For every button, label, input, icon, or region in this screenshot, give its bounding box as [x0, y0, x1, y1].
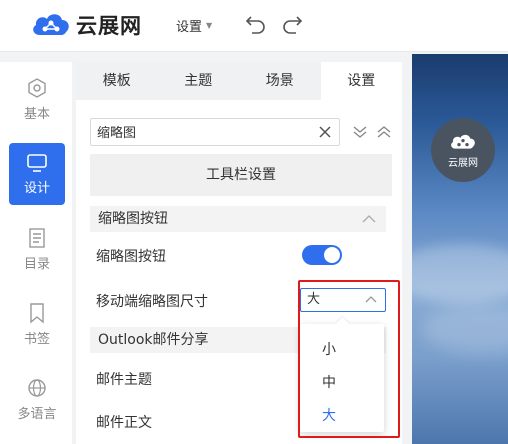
settings-menu-label: 设置: [176, 20, 203, 35]
nav-item-language[interactable]: 多语言: [9, 368, 65, 430]
chevron-up-icon: [362, 215, 376, 223]
tab-template[interactable]: 模板: [76, 62, 158, 100]
tab-theme[interactable]: 主题: [158, 62, 240, 100]
nav-item-basic[interactable]: 基本: [9, 68, 65, 130]
section-title: 缩略图按钮: [98, 211, 168, 227]
panel-tabs: 模板 主题 场景 设置: [76, 62, 402, 100]
highlight-box: [298, 280, 400, 438]
toggle-knob: [324, 247, 340, 263]
caret-down-icon: ▼: [206, 21, 213, 30]
logo[interactable]: 云展网: [30, 10, 142, 40]
toolbar-settings-button[interactable]: 工具栏设置: [90, 154, 392, 196]
globe-icon: [28, 378, 46, 397]
gear-icon: [28, 77, 46, 98]
bookmark-icon: [30, 302, 44, 323]
nav-label: 目录: [23, 256, 50, 272]
top-bar: 云展网 设置 ▼: [0, 0, 508, 52]
toc-icon: [29, 227, 45, 248]
left-nav: 基本 设计 目录 书签 多语言: [0, 62, 72, 444]
nav-label: 基本: [23, 106, 50, 122]
settings-menu[interactable]: 设置 ▼: [176, 16, 212, 35]
cloud-logo-icon: [451, 134, 475, 149]
cloud-decoration: [412, 244, 508, 304]
thumbnail-button-label: 缩略图按钮: [96, 249, 166, 265]
undo-icon[interactable]: [245, 14, 267, 34]
mail-body-label: 邮件正文: [96, 415, 152, 431]
search-input[interactable]: [97, 119, 307, 143]
thumbnail-button-toggle[interactable]: [302, 245, 342, 265]
search-box: [90, 118, 340, 146]
cloud-logo-icon: [33, 14, 69, 35]
close-icon[interactable]: [317, 124, 333, 140]
book-preview: 云展网: [412, 54, 508, 444]
section-title: Outlook邮件分享: [98, 332, 209, 348]
double-chevron-down-icon[interactable]: [352, 124, 368, 140]
nav-item-bookmark[interactable]: 书签: [9, 293, 65, 355]
nav-label: 多语言: [17, 406, 57, 422]
nav-label: 书签: [23, 331, 50, 347]
double-chevron-up-icon[interactable]: [376, 124, 392, 140]
preview-logo-button[interactable]: 云展网: [431, 118, 495, 182]
section-thumbnail-button[interactable]: 缩略图按钮: [90, 206, 386, 232]
nav-item-toc[interactable]: 目录: [9, 218, 65, 280]
redo-icon[interactable]: [281, 14, 303, 34]
tab-scene[interactable]: 场景: [239, 62, 321, 100]
mail-subject-label: 邮件主题: [96, 372, 152, 388]
nav-item-design[interactable]: 设计: [9, 143, 65, 205]
logo-text: 云展网: [76, 14, 142, 38]
monitor-icon: [27, 153, 47, 172]
cloud-decoration: [422, 304, 508, 354]
nav-label: 设计: [23, 180, 50, 196]
mobile-thumb-size-label: 移动端缩略图尺寸: [96, 294, 208, 310]
preview-logo-text: 云展网: [448, 157, 478, 169]
tab-settings[interactable]: 设置: [320, 62, 402, 100]
